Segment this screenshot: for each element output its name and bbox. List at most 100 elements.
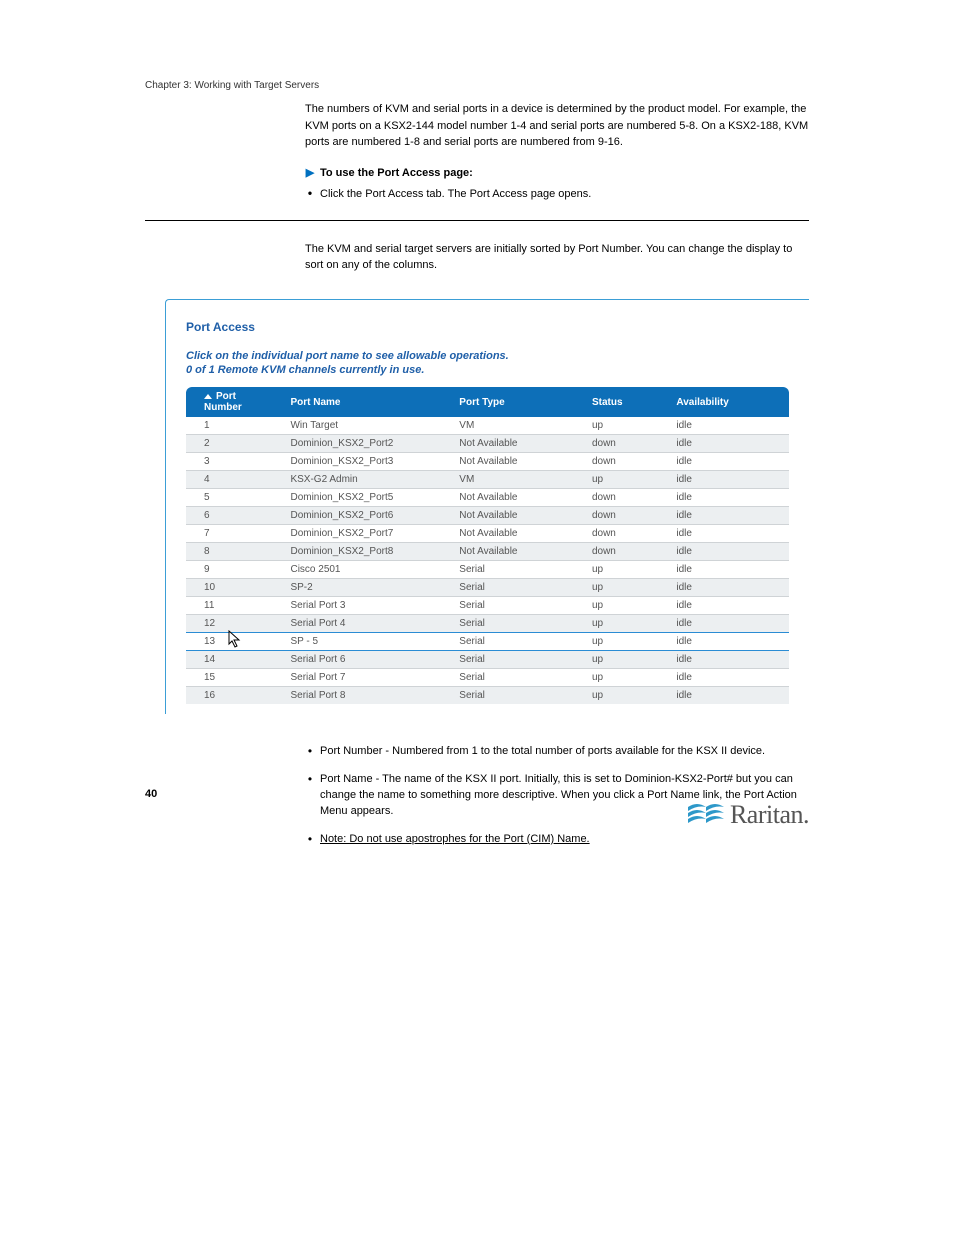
table-row: 2Dominion_KSX2_Port2Not Availabledownidl… <box>186 435 789 453</box>
cell-port-type: Serial <box>451 651 584 669</box>
cell-port-name: Dominion_KSX2_Port5 <box>282 489 451 507</box>
cell-port-name[interactable]: Cisco 2501 <box>282 561 451 579</box>
col-header-status[interactable]: Status <box>584 387 668 417</box>
cell-port-type: Not Available <box>451 525 584 543</box>
procedure-heading: To use the Port Access page: <box>320 167 809 179</box>
col-header-availability[interactable]: Availability <box>668 387 789 417</box>
col-header-port-type[interactable]: Port Type <box>451 387 584 417</box>
raritan-logo-icon <box>688 801 724 829</box>
cell-availability: idle <box>668 615 789 633</box>
cell-availability: idle <box>668 489 789 507</box>
table-row: 13SP - 5Serialupidle <box>186 633 789 651</box>
col-header-port-number[interactable]: Port Number <box>186 387 282 417</box>
raritan-logo: Raritan. <box>688 800 809 830</box>
cell-port-name: Dominion_KSX2_Port8 <box>282 543 451 561</box>
cell-port-name: Dominion_KSX2_Port3 <box>282 453 451 471</box>
page-number: 40 <box>145 788 157 800</box>
cell-port-type: Serial <box>451 669 584 687</box>
cell-port-type: Not Available <box>451 489 584 507</box>
cell-port-number: 7 <box>186 525 282 543</box>
table-row: 12Serial Port 4Serialupidle <box>186 615 789 633</box>
cell-availability: idle <box>668 435 789 453</box>
cell-port-name[interactable]: SP - 5 <box>282 633 451 651</box>
cell-port-name[interactable]: Serial Port 8 <box>282 687 451 705</box>
table-row: 7Dominion_KSX2_Port7Not Availabledownidl… <box>186 525 789 543</box>
cell-status: down <box>584 543 668 561</box>
bullet-icon: • <box>300 744 320 760</box>
cell-availability: idle <box>668 633 789 651</box>
table-row: 8Dominion_KSX2_Port8Not Availabledownidl… <box>186 543 789 561</box>
cell-port-number: 3 <box>186 453 282 471</box>
procedure-step: Click the Port Access tab. The Port Acce… <box>320 188 809 200</box>
cell-port-name: Dominion_KSX2_Port6 <box>282 507 451 525</box>
table-row: 1Win TargetVMupidle <box>186 417 789 435</box>
cell-port-number: 15 <box>186 669 282 687</box>
cell-availability: idle <box>668 507 789 525</box>
bullet-icon: • <box>300 772 320 820</box>
cell-availability: idle <box>668 417 789 435</box>
cell-status: down <box>584 525 668 543</box>
cell-status: up <box>584 579 668 597</box>
cell-availability: idle <box>668 471 789 489</box>
cell-status: down <box>584 489 668 507</box>
table-row: 10SP-2Serialupidle <box>186 579 789 597</box>
after-rule-paragraph: The KVM and serial target servers are in… <box>305 241 809 274</box>
table-row: 14Serial Port 6Serialupidle <box>186 651 789 669</box>
cell-port-name[interactable]: Serial Port 3 <box>282 597 451 615</box>
cell-status: up <box>584 597 668 615</box>
cell-availability: idle <box>668 687 789 705</box>
cell-availability: idle <box>668 543 789 561</box>
chapter-header: Chapter 3: Working with Target Servers <box>145 80 809 91</box>
cell-port-type: Serial <box>451 615 584 633</box>
bullet-icon: • <box>300 187 320 199</box>
bullet-icon: • <box>300 832 320 848</box>
cell-port-name[interactable]: Serial Port 4 <box>282 615 451 633</box>
cell-port-name[interactable]: Serial Port 6 <box>282 651 451 669</box>
cell-port-name[interactable]: Serial Port 7 <box>282 669 451 687</box>
cell-port-type: Serial <box>451 579 584 597</box>
cell-port-number: 1 <box>186 417 282 435</box>
table-header-row: Port Number Port Name Port Type Status A… <box>186 387 789 417</box>
port-access-title: Port Access <box>186 320 789 334</box>
cell-port-type: Not Available <box>451 453 584 471</box>
cell-port-number: 13 <box>186 633 282 651</box>
col-header-port-name[interactable]: Port Name <box>282 387 451 417</box>
cell-port-number: 8 <box>186 543 282 561</box>
cell-status: down <box>584 453 668 471</box>
cell-availability: idle <box>668 669 789 687</box>
sort-asc-icon <box>204 394 212 399</box>
cell-availability: idle <box>668 561 789 579</box>
cursor-icon <box>228 630 242 648</box>
cell-status: up <box>584 651 668 669</box>
cell-port-number: 6 <box>186 507 282 525</box>
cell-port-name: Dominion_KSX2_Port7 <box>282 525 451 543</box>
cell-status: up <box>584 615 668 633</box>
table-row: 15Serial Port 7Serialupidle <box>186 669 789 687</box>
cell-port-name[interactable]: KSX-G2 Admin <box>282 471 451 489</box>
port-access-table: Port Number Port Name Port Type Status A… <box>186 387 789 704</box>
cell-port-number: 11 <box>186 597 282 615</box>
cell-status: up <box>584 471 668 489</box>
cell-status: up <box>584 669 668 687</box>
table-row: 3Dominion_KSX2_Port3Not Availabledownidl… <box>186 453 789 471</box>
cell-port-type: VM <box>451 471 584 489</box>
cell-port-type: Not Available <box>451 507 584 525</box>
cell-availability: idle <box>668 579 789 597</box>
cell-port-name[interactable]: SP-2 <box>282 579 451 597</box>
cell-port-type: Serial <box>451 687 584 705</box>
port-access-panel: Port Access Click on the individual port… <box>165 299 809 715</box>
cell-port-type: VM <box>451 417 584 435</box>
intro-paragraph: The numbers of KVM and serial ports in a… <box>305 101 809 151</box>
cell-status: up <box>584 561 668 579</box>
procedure-arrow-icon: ▶ <box>300 166 320 179</box>
list-item: Note: Do not use apostrophes for the Por… <box>320 832 809 848</box>
cell-port-type: Not Available <box>451 435 584 453</box>
cell-port-name[interactable]: Win Target <box>282 417 451 435</box>
cell-status: up <box>584 633 668 651</box>
cell-status: up <box>584 687 668 705</box>
cell-port-number: 14 <box>186 651 282 669</box>
cell-port-number: 10 <box>186 579 282 597</box>
cell-port-type: Serial <box>451 597 584 615</box>
cell-port-number: 16 <box>186 687 282 705</box>
cell-status: down <box>584 435 668 453</box>
